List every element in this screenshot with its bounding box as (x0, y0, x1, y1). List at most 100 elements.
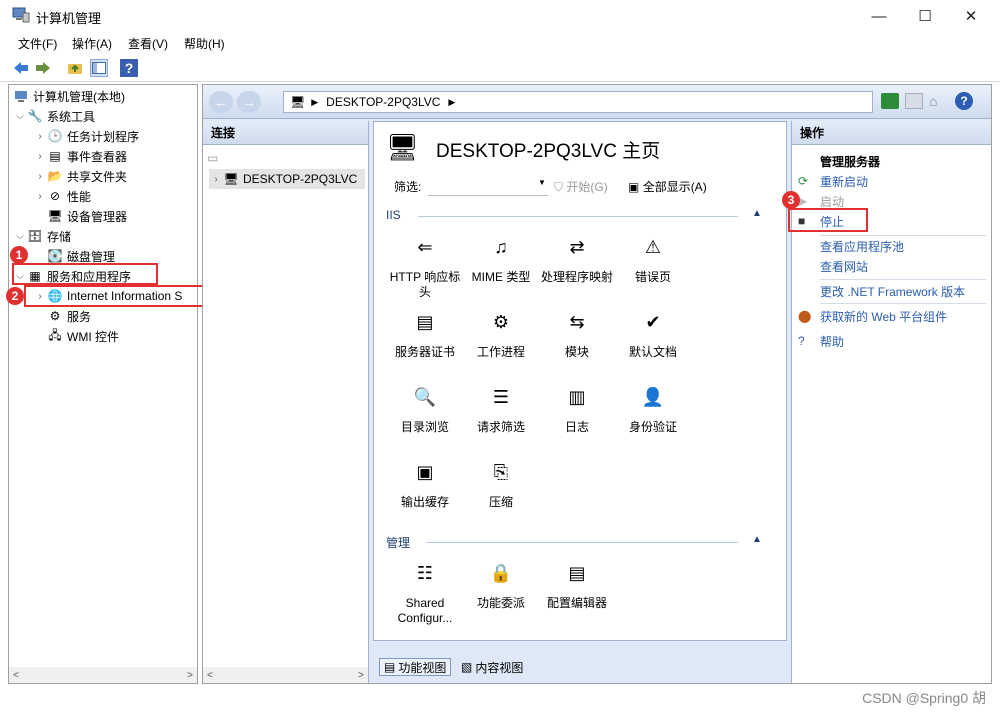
show-hide-tree-icon[interactable] (90, 59, 108, 77)
new-connection-icon[interactable]: ▭ (207, 151, 223, 167)
tab-features-view[interactable]: ▤ 功能视图 (379, 658, 452, 676)
view-sites-label: 查看网站 (820, 259, 869, 274)
collapse-iis-icon[interactable]: ▲ (752, 208, 762, 219)
server-node-label: DESKTOP-2PQ3LVC (243, 172, 358, 186)
menu-file[interactable]: 文件(F) (18, 35, 57, 52)
forward-arrow-icon[interactable] (34, 59, 52, 77)
feature-label: 输出缓存 (400, 495, 449, 509)
feature-request-filtering[interactable]: ☰ 请求筛选 (462, 380, 540, 435)
scroll-right-arrow[interactable]: > (187, 670, 193, 681)
server-globe-icon: 🖥 (223, 172, 239, 186)
features-panel: 🖥 DESKTOP-2PQ3LVC 主页 筛选: ▼ ⛉ 开始(G) ▣ 全部显… (373, 121, 787, 641)
feature-label: HTTP 响应标头 (389, 270, 461, 299)
start-filter-label: 开始(G) (566, 180, 608, 194)
mime-types-icon: ♫ (494, 236, 508, 257)
tree-item-event-viewer[interactable]: › ▤ 事件查看器 (33, 146, 127, 166)
feature-logging[interactable]: ▥ 日志 (538, 380, 616, 435)
menu-action[interactable]: 操作(A) (72, 35, 112, 52)
chevron-right-icon[interactable]: › (209, 174, 223, 185)
filter-dropdown-icon[interactable]: ▼ (538, 178, 546, 187)
feature-label: 日志 (564, 420, 589, 434)
view-app-pools-action[interactable]: 查看应用程序池 (820, 236, 904, 256)
back-arrow-icon[interactable] (12, 59, 30, 77)
show-all-button[interactable]: ▣ 全部显示(A) (628, 178, 707, 195)
up-folder-icon[interactable] (66, 59, 84, 77)
change-net-version-action[interactable]: 更改 .NET Framework 版本 (820, 281, 965, 301)
feature-delegation[interactable]: 🔒 功能委派 (462, 556, 540, 611)
address-box[interactable]: 🖥 ▶ DESKTOP-2PQ3LVC ▶ (283, 91, 873, 113)
tree-horizontal-scrollbar[interactable]: < > (9, 667, 197, 683)
window-title: 计算机管理 (36, 11, 102, 26)
close-button[interactable]: ✕ (948, 0, 994, 32)
divider (820, 279, 986, 280)
feature-handler-mappings[interactable]: ⇄ 处理程序映射 (538, 230, 616, 285)
help-icon[interactable]: ? (120, 59, 138, 77)
feature-http-response-headers[interactable]: ⇐ HTTP 响应标头 (386, 230, 464, 300)
feature-configuration-editor[interactable]: ▤ 配置编辑器 (538, 556, 616, 611)
help-action[interactable]: ? 帮助 (798, 331, 844, 351)
feature-authentication[interactable]: 👤 身份验证 (614, 380, 692, 435)
scroll-right-arrow[interactable]: > (358, 670, 364, 681)
menu-help[interactable]: 帮助(H) (184, 35, 225, 52)
scroll-left-arrow[interactable]: < (13, 670, 19, 681)
feature-mime-types[interactable]: ♫ MIME 类型 (462, 230, 540, 285)
tree-item-label: 任务计划程序 (67, 129, 140, 144)
tree-item-task-scheduler[interactable]: › 🕒 任务计划程序 (33, 126, 139, 146)
minimize-button[interactable]: — (856, 0, 902, 32)
start-icon: ▶ (798, 194, 808, 208)
divider (820, 303, 986, 304)
clock-icon: 🕒 (47, 129, 63, 143)
feature-output-caching[interactable]: ▣ 输出缓存 (386, 455, 464, 510)
chevron-right-icon[interactable]: › (33, 151, 47, 162)
refresh-icon[interactable] (881, 93, 899, 109)
feature-default-document[interactable]: ✔ 默认文档 (614, 305, 692, 360)
server-node[interactable]: › 🖥 DESKTOP-2PQ3LVC (209, 169, 365, 189)
restart-action[interactable]: ⟳ 重新启动 (798, 171, 868, 191)
scroll-left-arrow[interactable]: < (207, 670, 213, 681)
storage-icon: 🗄 (27, 229, 43, 243)
feature-label: 压缩 (488, 495, 513, 509)
feature-error-pages[interactable]: ⚠ 错误页 (614, 230, 692, 285)
feature-modules[interactable]: ⇆ 模块 (538, 305, 616, 360)
tab-content-view[interactable]: ▧ 内容视图 (457, 658, 527, 676)
collapse-manage-icon[interactable]: ▲ (752, 534, 762, 545)
feature-server-certificates[interactable]: ▤ 服务器证书 (386, 305, 464, 360)
tree-root[interactable]: 计算机管理(本地) (13, 86, 125, 106)
chevron-right-icon[interactable]: › (33, 191, 47, 202)
tree-item-label: 设备管理器 (67, 209, 128, 224)
connections-horizontal-scrollbar[interactable]: < > (203, 667, 368, 683)
show-all-icon: ▣ (628, 180, 640, 194)
tree-item-label: WMI 控件 (67, 329, 119, 344)
view-sites-action[interactable]: 查看网站 (820, 256, 868, 276)
tree-item-device-manager[interactable]: 🖥 设备管理器 (47, 206, 127, 226)
chevron-down-icon[interactable]: ⌵ (13, 111, 27, 122)
start-filter-button[interactable]: ⛉ 开始(G) (554, 178, 608, 195)
filter-input[interactable] (428, 174, 548, 196)
help-dropdown-icon[interactable]: ? (955, 92, 973, 110)
chevron-right-icon[interactable]: › (33, 171, 47, 182)
tree-item-services[interactable]: ⚙ 服务 (47, 306, 91, 326)
nav-back-button[interactable]: ← (209, 91, 233, 113)
get-web-components-action[interactable]: ⬤ 获取新的 Web 平台组件 (798, 306, 947, 326)
chevron-down-icon[interactable]: ⌵ (13, 231, 27, 242)
maximize-button[interactable]: ☐ (902, 0, 948, 32)
tree-item-shared-folders[interactable]: › 📂 共享文件夹 (33, 166, 127, 186)
nav-forward-button[interactable]: → (237, 91, 261, 113)
home-icon[interactable]: ⌂ (929, 93, 947, 109)
tree-item-wmi[interactable]: 🖧 WMI 控件 (47, 326, 119, 346)
directory-browsing-icon: 🔍 (413, 386, 437, 407)
feature-shared-configuration[interactable]: ☷ Shared Configur... (386, 556, 464, 626)
menu-view[interactable]: 查看(V) (128, 35, 168, 52)
tree-item-system-tools[interactable]: ⌵ 🔧 系统工具 (13, 106, 95, 126)
handler-mappings-icon: ⇄ (569, 236, 585, 257)
feature-directory-browsing[interactable]: 🔍 目录浏览 (386, 380, 464, 435)
feature-label: MIME 类型 (471, 270, 531, 284)
feature-worker-processes[interactable]: ⚙ 工作进程 (462, 305, 540, 360)
tree-item-storage[interactable]: ⌵ 🗄 存储 (13, 226, 71, 246)
navigation-tree: 计算机管理(本地) ⌵ 🔧 系统工具 › 🕒 任务计划程序 › ▤ 事件查看器 … (8, 84, 198, 684)
tree-item-performance[interactable]: › ⊘ 性能 (33, 186, 91, 206)
stop-loading-icon[interactable] (905, 93, 923, 109)
tree-item-label: 磁盘管理 (67, 249, 116, 264)
feature-compression[interactable]: ⎘ 压缩 (462, 455, 540, 510)
chevron-right-icon[interactable]: › (33, 131, 47, 142)
